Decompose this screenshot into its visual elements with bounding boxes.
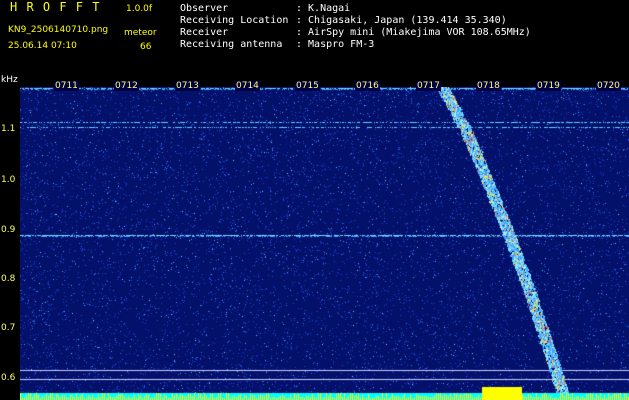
x-tick-0715: 0715 [295,81,320,91]
x-tick-0713: 0713 [175,81,200,91]
info-value-observer: : K.Nagai [296,3,351,14]
info-key-location: Receiving Location [180,15,289,26]
x-tick-0712: 0712 [114,81,139,91]
x-tick-0719: 0719 [536,81,561,91]
x-tick-0720: 0720 [596,81,621,91]
y-tick-1-0: 1.0 [1,175,16,185]
version-label: 1.0.0f [126,4,153,14]
y-tick-0-6: 0.6 [1,373,16,383]
info-value-receiver: : AirSpy mini (Miakejima VOR 108.65MHz) [296,27,531,38]
y-axis-unit: kHz [1,75,18,85]
info-value-antenna: : Maspro FM-3 [296,39,375,50]
y-tick-0-8: 0.8 [1,274,16,284]
spectrogram-canvas [20,87,629,400]
info-key-receiver: Receiver [180,27,229,38]
header-panel: H R O F F T 1.0.0f KN9_2506140710.png 25… [0,0,629,74]
meteor-label: meteor [124,28,157,38]
y-tick-1-1: 1.1 [1,124,16,134]
file-name: KN9_2506140710.png [8,25,109,35]
date-time: 25.06.14 07:10 [8,41,77,51]
y-tick-0-9: 0.9 [1,225,16,235]
info-value-location: : Chigasaki, Japan (139.414 35.340) [296,15,507,26]
x-tick-0717: 0717 [416,81,441,91]
x-tick-0718: 0718 [476,81,501,91]
info-key-observer: Observer [180,3,229,14]
meteor-count: 66 [140,42,152,52]
x-tick-0716: 0716 [355,81,380,91]
x-tick-0711: 0711 [54,81,79,91]
y-tick-0-7: 0.7 [1,323,16,333]
info-key-antenna: Receiving antenna [180,39,283,50]
app-title: H R O F F T [10,0,101,14]
x-tick-0714: 0714 [235,81,260,91]
